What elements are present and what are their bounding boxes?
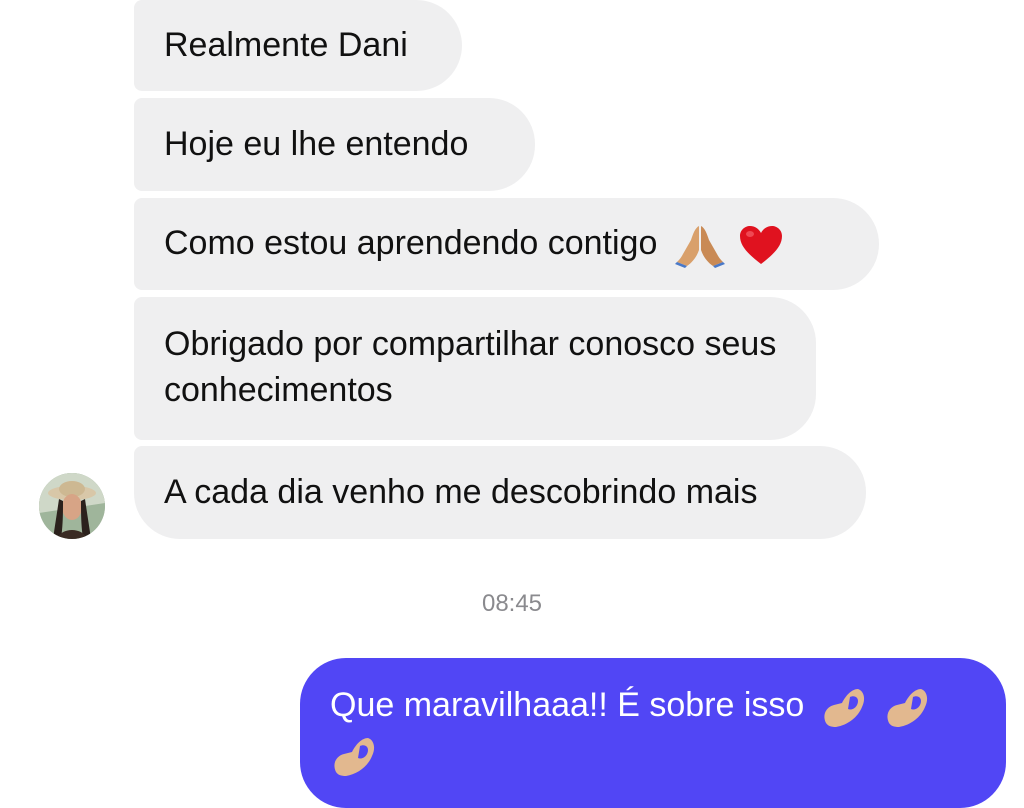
folded-hands-emoji-icon [674,222,725,269]
incoming-message-bubble[interactable]: A cada dia venho me descobrindo mais [134,446,866,539]
contact-avatar[interactable] [39,473,105,539]
message-text: Hoje eu lhe entendo [164,125,469,163]
incoming-message-bubble[interactable]: Realmente Dani [134,0,462,91]
message-text: Como estou aprendendo contigo [164,224,658,262]
incoming-message-bubble[interactable]: Obrigado por compartilhar conosco seus c… [134,297,816,440]
outgoing-message-bubble[interactable]: Que maravilhaaa!! É sobre isso [300,658,1006,808]
message-text: Que maravilhaaa!! É sobre isso [330,686,805,724]
incoming-message-bubble[interactable]: Como estou aprendendo contigo [134,198,879,290]
pinching-hand-emoji-icon [820,685,868,729]
pinching-hand-emoji-icon [883,685,931,729]
incoming-message-bubble[interactable]: Hoje eu lhe entendo [134,98,535,191]
red-heart-emoji-icon [738,224,784,266]
pinching-hand-emoji-icon [330,734,378,778]
message-text: Realmente Dani [164,26,408,64]
message-text: A cada dia venho me descobrindo mais [164,473,758,511]
message-timestamp: 08:45 [481,590,543,617]
message-text: Obrigado por compartilhar conosco seus c… [164,325,777,409]
